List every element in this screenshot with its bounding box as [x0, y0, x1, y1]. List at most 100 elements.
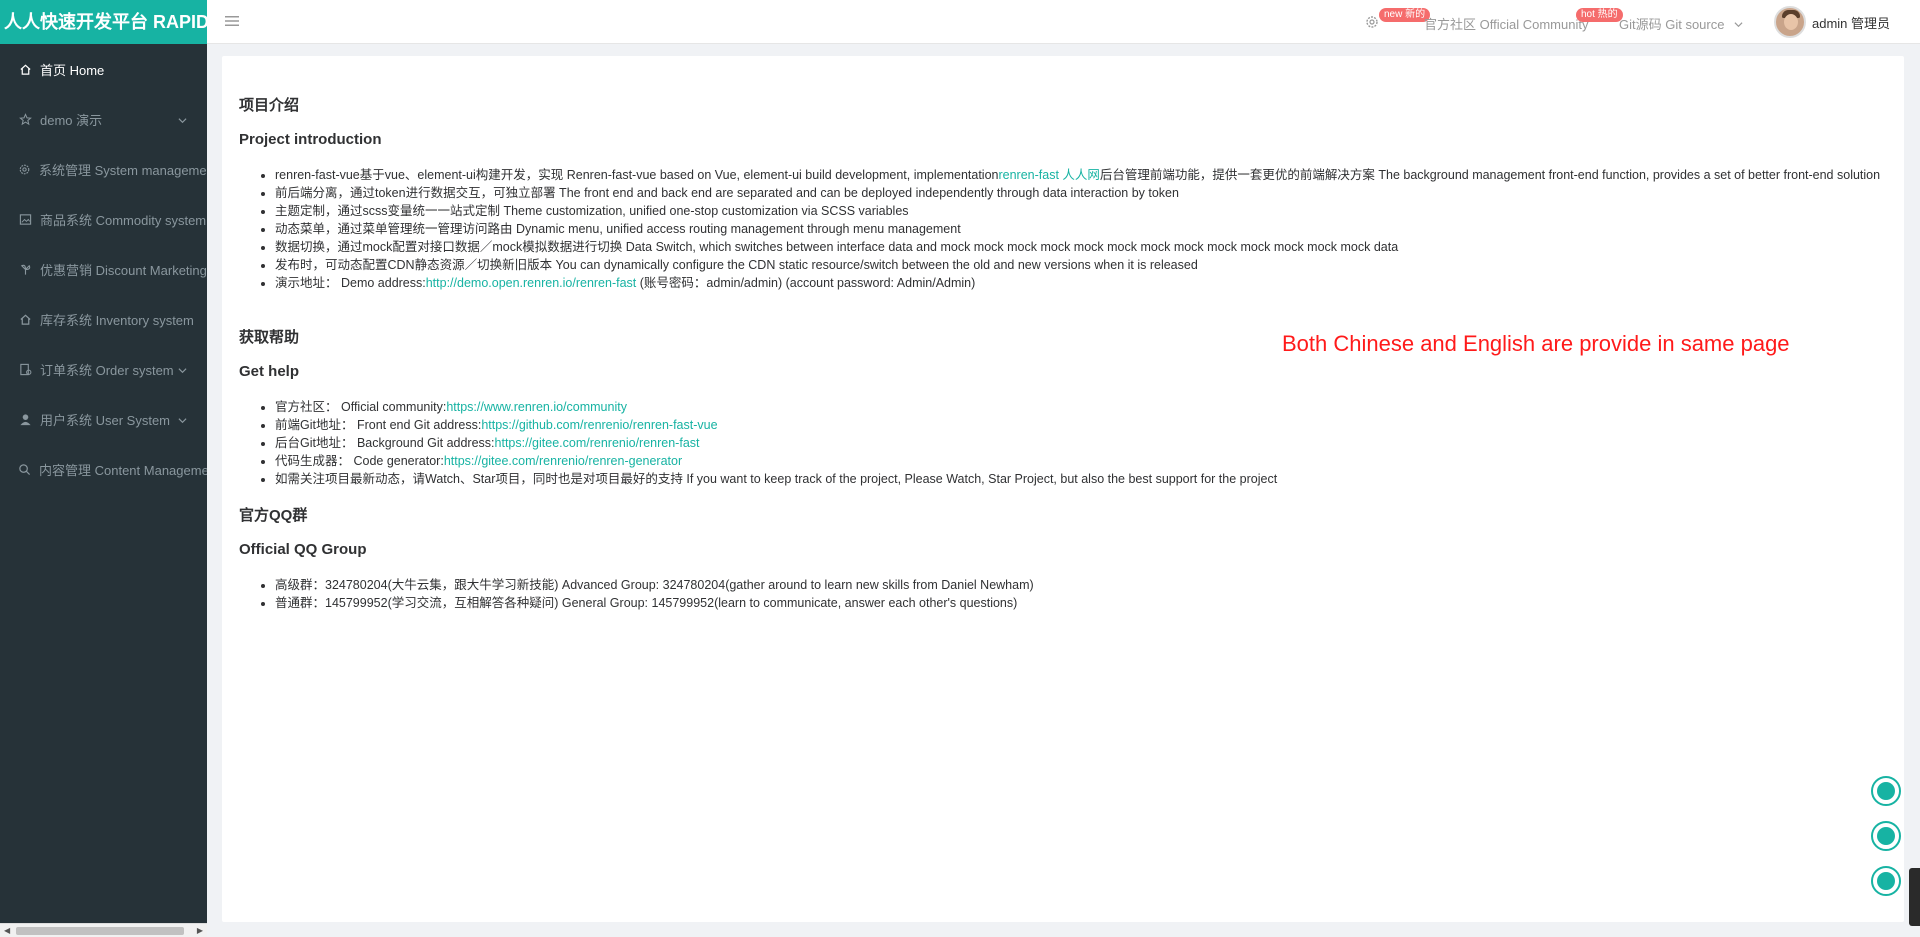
home-icon — [18, 62, 32, 76]
sidebar-item-home[interactable]: 首页 Home — [0, 44, 207, 94]
sidebar-item-order-system[interactable]: 订单系统 Order system — [0, 344, 207, 394]
list-item: 官方社区： Official community:https://www.ren… — [275, 398, 1885, 416]
qq-group-list: 高级群：324780204(大牛云集，跟大牛学习新技能) Advanced Gr… — [275, 576, 1885, 612]
list-item-link[interactable]: renren-fast 人人网 — [998, 168, 1099, 182]
list-item: 如需关注项目最新动态，请Watch、Star项目，同时也是对项目最好的支持 If… — [275, 470, 1885, 488]
list-item-text: 普通群：145799952(学习交流，互相解答各种疑问) General Gro… — [275, 596, 1018, 610]
list-item-link[interactable]: https://gitee.com/renrenio/renren-genera… — [444, 454, 682, 468]
sidebar-item-content-management[interactable]: 内容管理 Content Management — [0, 444, 207, 494]
list-item-text: 发布时，可动态配置CDN静态资源／切换新旧版本 You can dynamica… — [275, 258, 1198, 272]
list-item: 演示地址： Demo address:http://demo.open.renr… — [275, 274, 1885, 292]
notes-icon — [1877, 872, 1895, 890]
sidebar-item-label: demo 演示 — [40, 112, 103, 128]
list-item: 高级群：324780204(大牛云集，跟大牛学习新技能) Advanced Gr… — [275, 576, 1885, 594]
chevron-down-icon — [178, 363, 187, 374]
list-item-text: 前后端分离，通过token进行数据交互，可独立部署 The front end … — [275, 186, 1179, 200]
list-item-link[interactable]: https://www.renren.io/community — [446, 400, 627, 414]
picture-icon — [18, 212, 32, 226]
list-item-text: 官方社区： Official community: — [275, 400, 447, 414]
chevron-down-icon — [1734, 22, 1743, 28]
gear-icon[interactable] — [1364, 14, 1380, 30]
content-card: 项目介绍 Project introduction renren-fast-vu… — [222, 56, 1904, 922]
scroll-left-arrow-icon[interactable]: ◀ — [4, 926, 10, 935]
list-item-text: 代码生成器： Code generator: — [275, 454, 444, 468]
list-item-text: 数据切换，通过mock配置对接口数据／mock模拟数据进行切换 Data Swi… — [275, 240, 1399, 254]
get-help-list: 官方社区： Official community:https://www.ren… — [275, 398, 1885, 488]
section-title-project-en: Project introduction — [239, 131, 382, 148]
section-title-help-en: Get help — [239, 363, 300, 380]
list-item-link[interactable]: https://gitee.com/renrenio/renren-fast — [495, 436, 700, 450]
list-item: 代码生成器： Code generator:https://gitee.com/… — [275, 452, 1885, 470]
section-title-qq-en: Official QQ Group — [239, 541, 367, 558]
git-source-label: Git源码 Git source — [1619, 17, 1725, 32]
list-item: renren-fast-vue基于vue、element-ui构建开发，实现 R… — [275, 166, 1885, 184]
sidebar-item-commodity-system[interactable]: 商品系统 Commodity system — [0, 194, 207, 244]
home-icon — [18, 312, 32, 326]
chevron-down-icon — [178, 113, 187, 124]
list-item-text: 前端Git地址： Front end Git address: — [275, 418, 482, 432]
menu-toggle-icon[interactable] — [225, 14, 239, 28]
sidebar-horizontal-scrollbar[interactable]: ◀ ▶ — [0, 923, 207, 937]
scroll-right-arrow-icon[interactable]: ▶ — [197, 926, 203, 935]
section-title-qq-cn: 官方QQ群 — [239, 507, 308, 524]
gear-icon — [18, 162, 31, 176]
sidebar-menu: 首页 Home demo 演示系统管理 System management 商品系统… — [0, 44, 207, 494]
list-item-text: 高级群：324780204(大牛云集，跟大牛学习新技能) Advanced Gr… — [275, 578, 1034, 592]
scrollbar-thumb[interactable] — [16, 927, 184, 935]
topbar: new 新的 官方社区 Official Community hot 热的 Gi… — [207, 0, 1920, 44]
sidebar-item-discount-marketing[interactable]: 优惠营销 Discount Marketing — [0, 244, 207, 294]
sidebar-item-label: 用户系统 User System — [40, 412, 171, 428]
list-item-text: 后台Git地址： Background Git address: — [275, 436, 495, 450]
user-menu[interactable]: admin 管理员 — [1774, 6, 1890, 38]
sidebar-item-system-management[interactable]: 系统管理 System management — [0, 144, 207, 194]
chevron-down-icon — [178, 413, 187, 424]
float-notes-button[interactable] — [1871, 866, 1901, 896]
community-badge: new 新的 — [1379, 8, 1431, 22]
username[interactable]: admin 管理员 — [1812, 13, 1890, 32]
float-service-button[interactable] — [1871, 776, 1901, 806]
list-item-text-suffix: (账号密码：admin/admin) (account password: Ad… — [636, 276, 976, 290]
sidebar-item-label: 内容管理 Content Management — [39, 462, 207, 478]
fan-icon — [18, 262, 32, 276]
avatar[interactable] — [1774, 6, 1806, 38]
list-item: 前后端分离，通过token进行数据交互，可独立部署 The front end … — [275, 184, 1885, 202]
list-item-text: 主题定制，通过scss变量统一一站式定制 Theme customization… — [275, 204, 909, 218]
side-panel-handle[interactable] — [1909, 868, 1920, 926]
list-item: 普通群：145799952(学习交流，互相解答各种疑问) General Gro… — [275, 594, 1885, 612]
list-item-link[interactable]: https://github.com/renrenio/renren-fast-… — [481, 418, 717, 432]
headset-icon — [1877, 782, 1895, 800]
search-icon — [18, 462, 31, 476]
sidebar-item-label: 库存系统 Inventory system — [40, 312, 194, 328]
list-item: 前端Git地址： Front end Git address:https://g… — [275, 416, 1885, 434]
list-item: 后台Git地址： Background Git address:https://… — [275, 434, 1885, 452]
sidebar-item-label: 系统管理 System management — [39, 162, 207, 178]
sidebar-item-label: 商品系统 Commodity system — [40, 212, 207, 228]
git-source-dropdown[interactable]: Git源码 Git source — [1619, 14, 1743, 33]
sidebar-item-user-system[interactable]: 用户系统 User System — [0, 394, 207, 444]
list-item: 动态菜单，通过菜单管理统一管理访问路由 Dynamic menu, unifie… — [275, 220, 1885, 238]
sidebar-item-label: 优惠营销 Discount Marketing — [40, 262, 207, 278]
list-item-link[interactable]: http://demo.open.renren.io/renren-fast — [426, 276, 637, 290]
list-item: 发布时，可动态配置CDN静态资源／切换新旧版本 You can dynamica… — [275, 256, 1885, 274]
list-item-text: 动态菜单，通过菜单管理统一管理访问路由 Dynamic menu, unifie… — [275, 222, 961, 236]
sidebar-item-inventory-system[interactable]: 库存系统 Inventory system — [0, 294, 207, 344]
star-icon — [18, 112, 32, 126]
float-chat-button[interactable] — [1871, 821, 1901, 851]
list-item-text: renren-fast-vue基于vue、element-ui构建开发，实现 R… — [275, 168, 999, 182]
sidebar-item-label: 首页 Home — [40, 62, 105, 78]
list-item: 主题定制，通过scss变量统一一站式定制 Theme customization… — [275, 202, 1885, 220]
section-title-help-cn: 获取帮助 — [239, 329, 300, 346]
project-intro-list: renren-fast-vue基于vue、element-ui构建开发，实现 R… — [275, 166, 1885, 292]
brand-title[interactable]: 人人快速开发平台 RAPID — [0, 0, 207, 44]
list-item-text: 如需关注项目最新动态，请Watch、Star项目，同时也是对项目最好的支持 If… — [275, 472, 1278, 486]
list-item-text: 演示地址： Demo address: — [275, 276, 426, 290]
section-title-project-cn: 项目介绍 — [239, 97, 300, 114]
official-community-link[interactable]: 官方社区 Official Community — [1424, 14, 1588, 33]
sidebar: 人人快速开发平台 RAPID 首页 Home demo 演示系统管理 System… — [0, 0, 207, 937]
git-source-badge: hot 热的 — [1576, 8, 1623, 22]
order-icon — [18, 362, 32, 376]
annotation-text: Both Chinese and English are provide in … — [1282, 331, 1790, 356]
chat-icon — [1877, 827, 1895, 845]
sidebar-item-demo[interactable]: demo 演示 — [0, 94, 207, 144]
list-item-text-suffix: 后台管理前端功能，提供一套更优的前端解决方案 The background ma… — [1099, 168, 1881, 182]
